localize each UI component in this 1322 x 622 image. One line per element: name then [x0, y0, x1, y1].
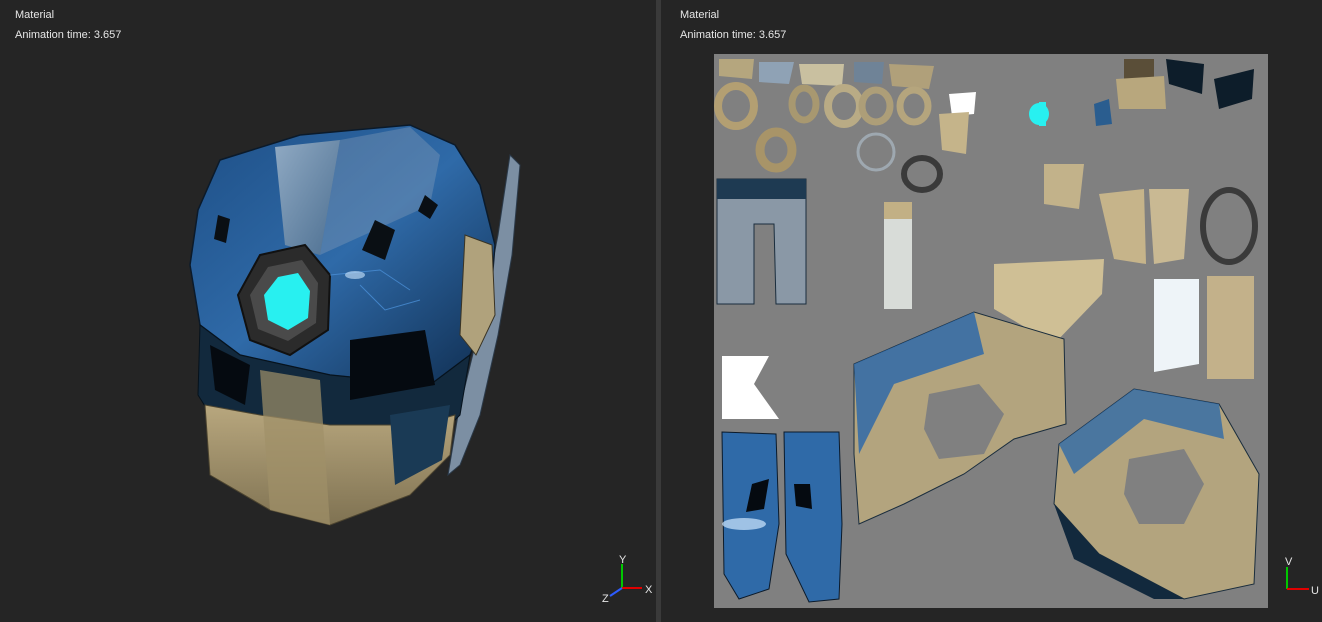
helmet-model[interactable] — [180, 115, 540, 535]
axis-gizmo-3d-icon: Y X Z — [602, 554, 653, 604]
axis-gizmo-uv-icon: V U — [1285, 556, 1319, 597]
viewport-3d-animation-time: Animation time: 3.657 — [15, 29, 122, 41]
viewport-uv-title: Material — [680, 9, 720, 21]
viewport-uv[interactable]: Material Animation time: 3.657 V U — [661, 0, 1322, 622]
uv-small-parts — [714, 59, 1254, 193]
gizmo-v-label: V — [1285, 556, 1293, 568]
viewport-3d[interactable]: Material Animation time: 3.657 Y X Z — [0, 0, 656, 622]
gizmo-x-label: X — [645, 584, 653, 596]
uv-blue-panel-left — [721, 431, 780, 600]
viewport-uv-animation-time: Animation time: 3.657 — [680, 29, 787, 41]
gizmo-u-label: U — [1311, 585, 1319, 597]
uv-blue-panel-right — [783, 431, 843, 603]
viewport-3d-title: Material — [15, 9, 55, 21]
uv-texture-sheet[interactable] — [714, 54, 1268, 608]
gizmo-z-label: Z — [602, 593, 609, 604]
gizmo-y-label: Y — [619, 554, 627, 566]
